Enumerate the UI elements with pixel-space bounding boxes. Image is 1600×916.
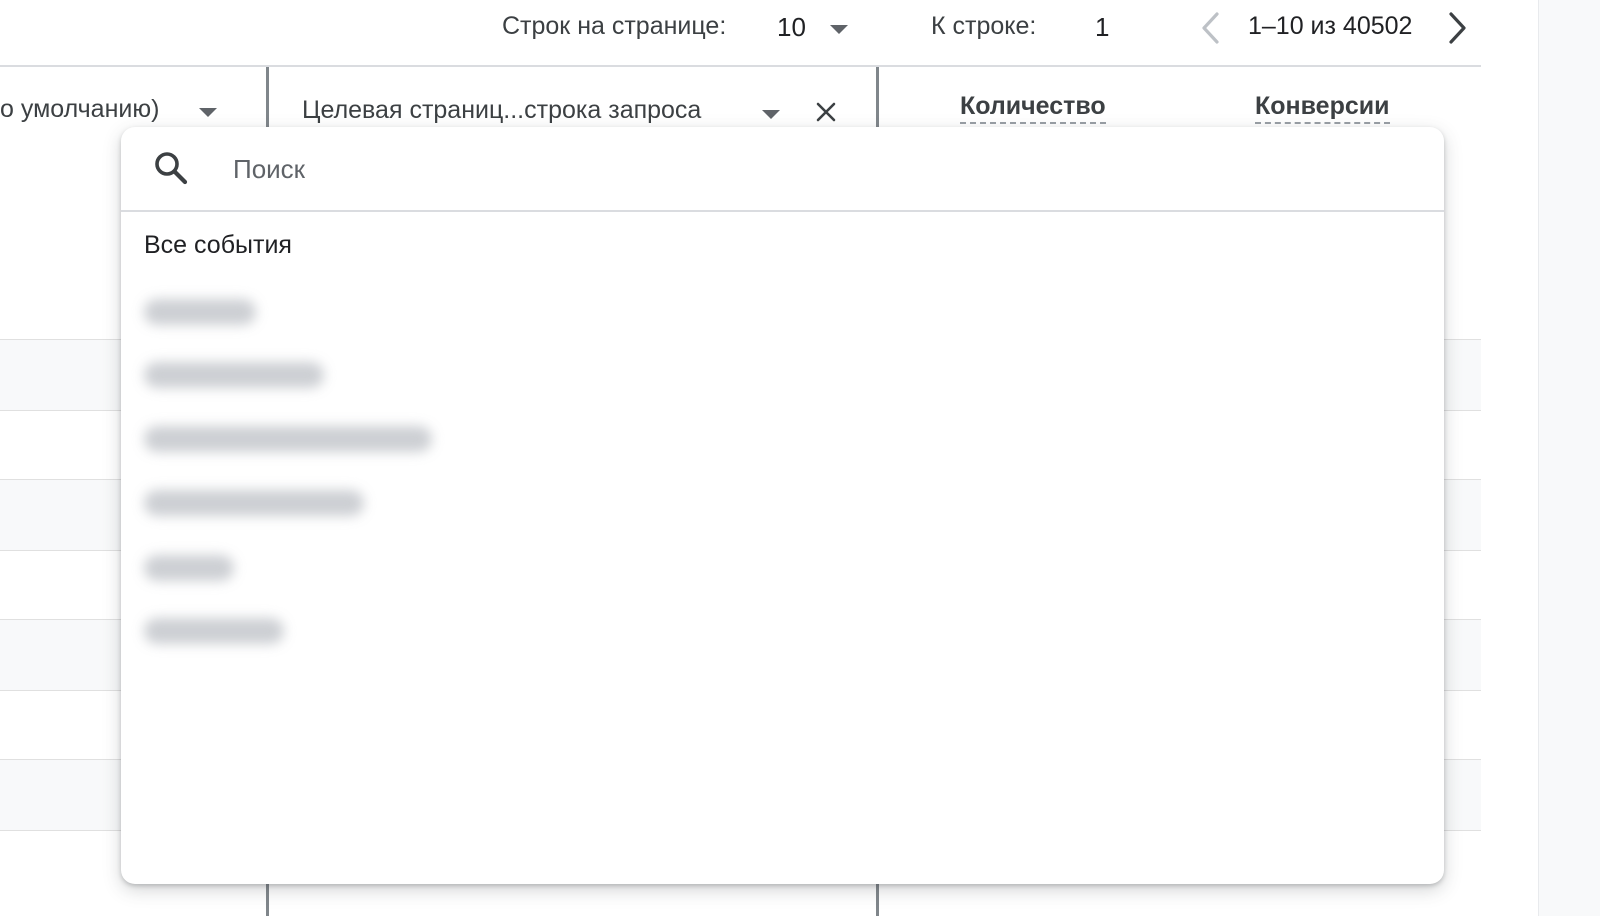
- goto-row-label: К строке:: [931, 12, 1037, 40]
- caret-down-icon: [830, 25, 848, 34]
- dimension-1-label: о умолчанию): [0, 95, 160, 123]
- list-item[interactable]: [144, 426, 432, 452]
- close-icon[interactable]: [813, 99, 839, 125]
- metric-header-conversions[interactable]: Конверсии: [1255, 92, 1390, 124]
- event-filter-dropdown: Все события: [121, 127, 1444, 884]
- search-input[interactable]: [231, 145, 1415, 193]
- metric-header-count[interactable]: Количество: [960, 92, 1106, 124]
- chevron-right-icon[interactable]: [1444, 11, 1470, 45]
- pagination-range: 1–10 из 40502: [1248, 12, 1413, 40]
- rows-per-page-select[interactable]: 10: [774, 8, 864, 48]
- caret-down-icon: [762, 110, 780, 119]
- list-item[interactable]: [144, 362, 324, 388]
- goto-row-input[interactable]: 1: [1095, 12, 1135, 43]
- list-item[interactable]: [144, 490, 364, 516]
- list-item[interactable]: [144, 555, 234, 581]
- table-top-border: [0, 65, 1481, 67]
- dimension-2-selector[interactable]: Целевая страниц...строка запроса: [300, 84, 790, 132]
- search-row: [121, 127, 1444, 212]
- list-item[interactable]: [144, 618, 284, 644]
- rows-per-page-label: Строк на странице:: [502, 12, 727, 40]
- dimension-2-label: Целевая страниц...строка запроса: [302, 96, 702, 124]
- side-panel-strip: [1538, 0, 1600, 916]
- search-icon: [155, 152, 188, 185]
- chevron-left-icon[interactable]: [1198, 11, 1224, 45]
- rows-per-page-value: 10: [777, 12, 806, 42]
- option-all-events[interactable]: Все события: [144, 231, 292, 260]
- caret-down-icon: [199, 108, 217, 117]
- list-item[interactable]: [144, 299, 256, 325]
- dimension-1-selector[interactable]: о умолчанию): [0, 84, 225, 128]
